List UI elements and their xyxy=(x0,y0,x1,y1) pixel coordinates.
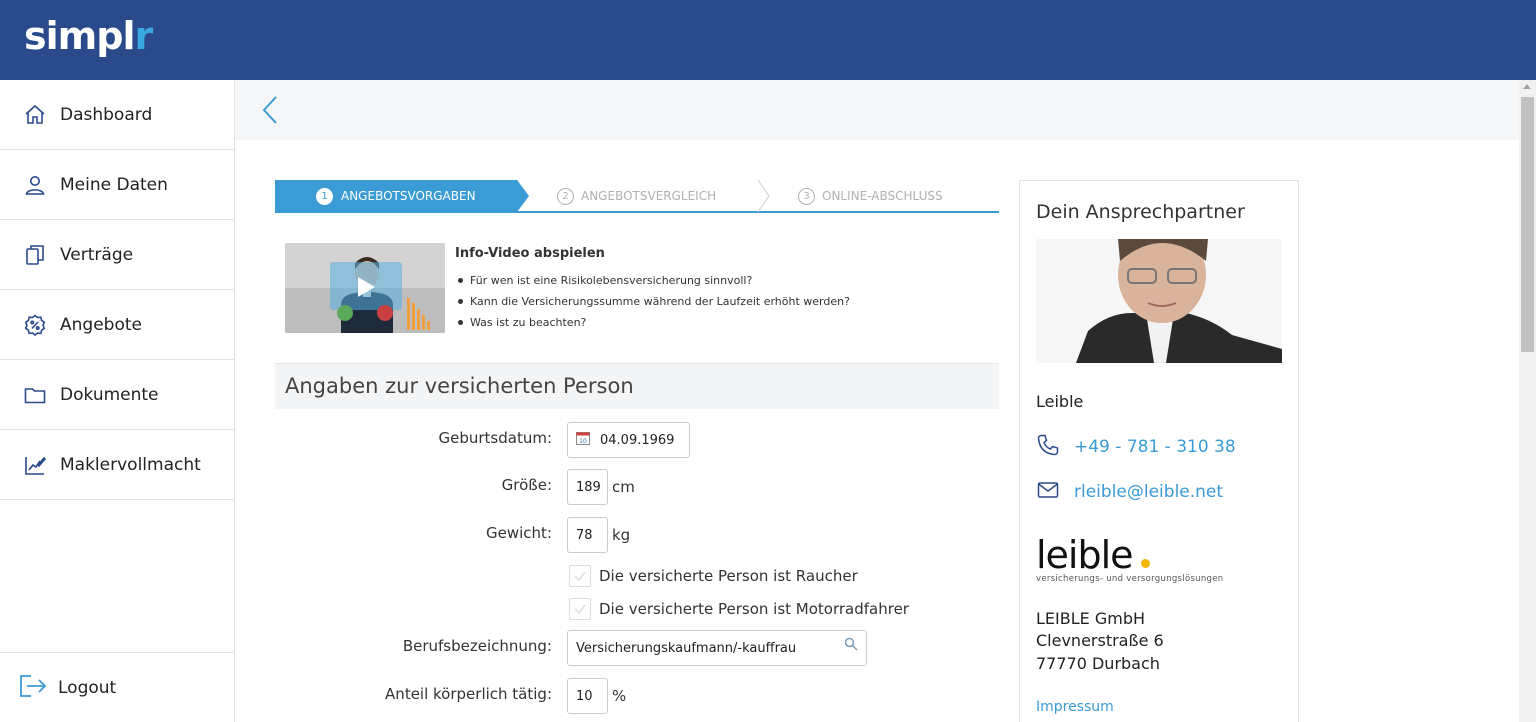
company-city: 77770 Durbach xyxy=(1036,654,1160,673)
sidebar-item-label: Verträge xyxy=(60,244,134,265)
step-online-abschluss[interactable]: 3 ONLINE-ABSCHLUSS xyxy=(798,180,943,212)
sidebar-item-label: Angebote xyxy=(60,314,142,335)
physical-label: Anteil körperlich tätig: xyxy=(385,685,552,703)
company-street: Clevnerstraße 6 xyxy=(1036,631,1164,650)
impressum-link[interactable]: Impressum xyxy=(1036,699,1114,715)
job-search-input[interactable]: Versicherungskaufmann/-kauffrau xyxy=(567,630,867,666)
section-title: Angaben zur versicherten Person xyxy=(285,374,634,398)
physical-unit: % xyxy=(612,687,627,705)
info-video-topics: Für wen ist eine Risikolebensversicherun… xyxy=(458,270,850,333)
list-item: Für wen ist eine Risikolebensversicherun… xyxy=(458,270,850,291)
sidebar-item-angebote[interactable]: Angebote xyxy=(0,290,234,360)
birthdate-value: 04.09.1969 xyxy=(600,432,675,448)
svg-text:10: 10 xyxy=(579,438,587,445)
documents-icon xyxy=(22,242,48,268)
smoker-label[interactable]: Die versicherte Person ist Raucher xyxy=(599,567,858,585)
logout-button[interactable]: Logout xyxy=(0,652,234,722)
step-angebotsvorgaben[interactable]: 1 ANGEBOTSVORGABEN xyxy=(275,180,529,212)
info-video-thumbnail[interactable] xyxy=(285,243,445,333)
phone-icon xyxy=(1036,433,1060,461)
sidebar-item-label: Maklervollmacht xyxy=(60,454,201,475)
contact-card: Dein Ansprechpartner Leible +49 - 781 - … xyxy=(1019,180,1299,722)
contact-phone-link[interactable]: +49 - 781 - 310 38 xyxy=(1074,437,1236,457)
leible-logo: leible versicherungs- und versorgungslös… xyxy=(1036,533,1246,591)
height-field[interactable]: 189 xyxy=(567,469,608,505)
step-number: 1 xyxy=(316,187,333,205)
step-separator-icon xyxy=(757,180,770,212)
app-logo[interactable]: simplr xyxy=(24,14,153,58)
step-progress: 1 ANGEBOTSVORGABEN 2 ANGEBOTSVERGLEICH 3… xyxy=(275,180,999,213)
back-arrow-icon[interactable] xyxy=(257,94,287,126)
sidebar-item-meine-daten[interactable]: Meine Daten xyxy=(0,150,234,220)
step-label: ANGEBOTSVERGLEICH xyxy=(581,189,717,203)
list-item: Was ist zu beachten? xyxy=(458,312,850,333)
contact-email-link[interactable]: rleible@leible.net xyxy=(1074,482,1223,502)
sidebar-item-dokumente[interactable]: Dokumente xyxy=(0,360,234,430)
sidebar-item-label: Meine Daten xyxy=(60,174,168,195)
leible-logo-dot xyxy=(1141,559,1150,568)
percent-badge-icon xyxy=(22,312,48,338)
logout-label: Logout xyxy=(58,677,117,698)
birthdate-field[interactable]: 10 04.09.1969 xyxy=(567,422,690,458)
contact-card-title: Dein Ansprechpartner xyxy=(1036,201,1245,223)
physical-field[interactable]: 10 xyxy=(567,678,608,714)
search-icon[interactable] xyxy=(844,637,858,655)
step-number: 2 xyxy=(557,187,574,205)
job-value: Versicherungskaufmann/-kauffrau xyxy=(576,640,797,656)
sidebar-item-maklervollmacht[interactable]: Maklervollmacht xyxy=(0,430,234,500)
step-angebotsvergleich[interactable]: 2 ANGEBOTSVERGLEICH xyxy=(557,180,716,212)
list-item: Kann die Versicherungssumme während der … xyxy=(458,291,850,312)
sub-toolbar xyxy=(235,80,1519,140)
checkmark-icon xyxy=(574,571,586,582)
scrollbar-thumb[interactable] xyxy=(1521,97,1534,352)
smoker-checkbox[interactable] xyxy=(569,565,591,587)
scroll-up-icon[interactable] xyxy=(1523,84,1531,89)
section-header: Angaben zur versicherten Person xyxy=(275,363,999,409)
mail-icon xyxy=(1036,478,1060,506)
folder-icon xyxy=(22,382,48,408)
home-icon xyxy=(22,102,48,128)
sidebar: Dashboard Meine Daten Verträge Angebote … xyxy=(0,80,235,722)
contact-name: Leible xyxy=(1036,392,1084,411)
motorbike-checkbox[interactable] xyxy=(569,598,591,620)
motorbike-label[interactable]: Die versicherte Person ist Motorradfahre… xyxy=(599,600,909,618)
contact-email-row[interactable]: rleible@leible.net xyxy=(1036,478,1223,506)
weight-unit: kg xyxy=(612,526,631,544)
top-header: simplr xyxy=(0,0,1536,80)
weight-label: Gewicht: xyxy=(486,524,552,542)
calendar-icon: 10 xyxy=(576,431,590,449)
weight-value: 78 xyxy=(576,527,593,543)
logout-icon xyxy=(18,673,48,703)
signature-chart-icon xyxy=(22,452,48,478)
step-number: 3 xyxy=(798,187,815,205)
height-label: Größe: xyxy=(501,476,552,494)
vertical-scrollbar[interactable] xyxy=(1519,80,1536,722)
leible-logo-tagline: versicherungs- und versorgungslösungen xyxy=(1036,574,1224,584)
info-video-title[interactable]: Info-Video abspielen xyxy=(455,246,605,261)
sidebar-item-label: Dokumente xyxy=(60,384,159,405)
birthdate-label: Geburtsdatum: xyxy=(438,429,552,447)
height-unit: cm xyxy=(612,478,635,496)
step-label: ANGEBOTSVORGABEN xyxy=(341,189,476,203)
checkmark-icon xyxy=(574,604,586,615)
sidebar-item-label: Dashboard xyxy=(60,104,153,125)
user-icon xyxy=(22,172,48,198)
company-name: LEIBLE GmbH xyxy=(1036,609,1145,628)
contact-photo xyxy=(1036,239,1282,363)
step-label: ONLINE-ABSCHLUSS xyxy=(822,189,943,203)
physical-value: 10 xyxy=(576,688,593,704)
leible-logo-word: leible xyxy=(1036,533,1134,577)
weight-field[interactable]: 78 xyxy=(567,517,608,553)
sidebar-item-dashboard[interactable]: Dashboard xyxy=(0,80,234,150)
contact-phone-row[interactable]: +49 - 781 - 310 38 xyxy=(1036,433,1236,461)
height-value: 189 xyxy=(576,479,601,495)
sidebar-item-vertraege[interactable]: Verträge xyxy=(0,220,234,290)
job-label: Berufsbezeichnung: xyxy=(402,637,552,655)
